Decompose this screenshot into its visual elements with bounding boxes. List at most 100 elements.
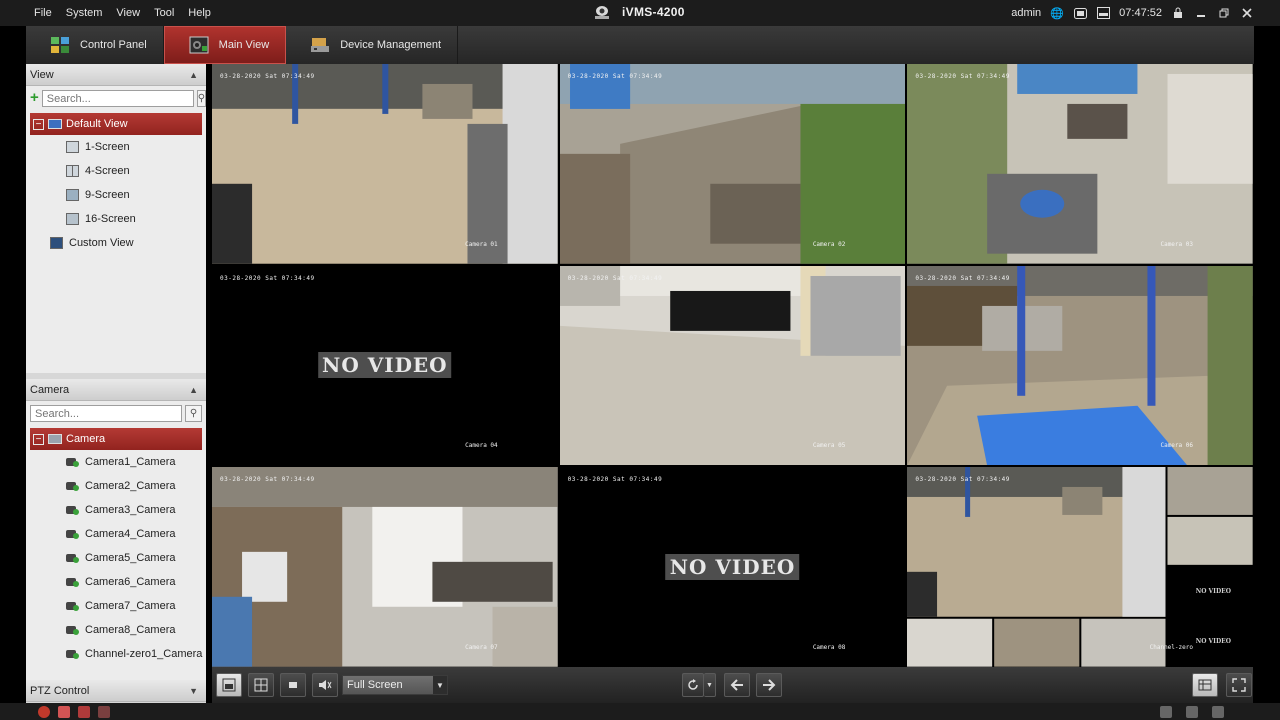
camera-online-icon bbox=[66, 456, 79, 468]
globe-icon[interactable]: 🌐 bbox=[1050, 6, 1064, 20]
sound-alarm-icon[interactable] bbox=[98, 705, 110, 718]
refresh-dropdown-button[interactable]: ▼ bbox=[704, 673, 716, 697]
view-item-16-screen[interactable]: 16-Screen bbox=[26, 207, 206, 231]
camera-group-icon bbox=[48, 434, 62, 444]
menu-help[interactable]: Help bbox=[188, 7, 211, 19]
app-title: iVMS-4200 bbox=[592, 3, 685, 21]
four-screen-icon bbox=[66, 165, 79, 177]
window-division-button[interactable] bbox=[248, 673, 274, 697]
record-icon[interactable] bbox=[78, 705, 90, 718]
camera-group-node[interactable]: − Camera bbox=[30, 428, 202, 450]
collapse-icon[interactable]: − bbox=[33, 118, 44, 130]
view-search-input[interactable] bbox=[41, 90, 194, 107]
collapse-icon[interactable]: − bbox=[33, 433, 44, 445]
audio-button[interactable] bbox=[312, 673, 338, 697]
dock-icon[interactable] bbox=[1186, 705, 1198, 718]
osd-camera-name: Camera 04 bbox=[465, 442, 498, 450]
system-tray: admin 🌐 07:47:52 bbox=[1011, 0, 1254, 26]
camera-section-header[interactable]: Camera ▲ bbox=[26, 379, 206, 401]
tab-label: Main View bbox=[218, 39, 270, 51]
layout-menu-button[interactable] bbox=[1192, 673, 1218, 697]
video-cell-2[interactable]: 03-28-2020 Sat 07:34:49 Camera 02 bbox=[559, 64, 906, 264]
minimize-icon[interactable] bbox=[1194, 6, 1208, 20]
view-item-4-screen[interactable]: 4-Screen bbox=[26, 159, 206, 183]
save-view-button[interactable] bbox=[216, 673, 242, 697]
camera-item-7[interactable]: Camera7_Camera bbox=[26, 594, 206, 618]
event-icon[interactable] bbox=[58, 705, 70, 718]
search-icon[interactable]: ⚲ bbox=[196, 90, 207, 107]
collapse-chevron-icon[interactable]: ▲ bbox=[189, 385, 198, 395]
window-division-icon bbox=[254, 678, 268, 692]
stop-all-button[interactable] bbox=[280, 673, 306, 697]
tab-device-management[interactable]: Device Management bbox=[286, 26, 459, 64]
camera-item-label: Camera6_Camera bbox=[85, 576, 176, 588]
camera-group-label: Camera bbox=[66, 433, 106, 445]
osd-camera-name: Channel-zero bbox=[1149, 644, 1193, 651]
menu-tool[interactable]: Tool bbox=[154, 7, 174, 19]
previous-page-button[interactable] bbox=[724, 673, 750, 697]
menu-system[interactable]: System bbox=[66, 7, 103, 19]
fullscreen-button[interactable] bbox=[1226, 673, 1252, 697]
view-item-1-screen[interactable]: 1-Screen bbox=[26, 135, 206, 159]
alarm-icon[interactable] bbox=[38, 705, 50, 718]
view-section-header[interactable]: View ▲ bbox=[26, 64, 206, 86]
screen-mode-select[interactable]: Full Screen ▼ bbox=[342, 675, 448, 695]
restore-icon[interactable] bbox=[1217, 6, 1231, 20]
video-cell-4[interactable]: 03-28-2020 Sat 07:34:49 NO VIDEO Camera … bbox=[212, 265, 558, 466]
camera-item-6[interactable]: Camera6_Camera bbox=[26, 570, 206, 594]
device-management-icon bbox=[311, 38, 330, 52]
live-view-toolbar: Full Screen ▼ ▼ bbox=[212, 667, 1253, 703]
view-section-body: + ⚲ − Default View 1-Screen 4-Screen 9-S… bbox=[26, 86, 207, 373]
camera-item-4[interactable]: Camera4_Camera bbox=[26, 522, 206, 546]
view-item-9-screen[interactable]: 9-Screen bbox=[26, 183, 206, 207]
camera-online-icon bbox=[66, 528, 79, 540]
camera-item-2[interactable]: Camera2_Camera bbox=[26, 474, 206, 498]
camera-item-1[interactable]: Camera1_Camera bbox=[26, 450, 206, 474]
osd-camera-name: Camera 05 bbox=[812, 442, 846, 450]
tab-label: Control Panel bbox=[80, 39, 147, 51]
ram-icon[interactable] bbox=[1096, 6, 1110, 20]
video-cell-5[interactable]: 03-28-2020 Sat 07:34:49 Camera 05 bbox=[559, 265, 906, 466]
refresh-button[interactable] bbox=[682, 673, 704, 697]
camera-item-3[interactable]: Camera3_Camera bbox=[26, 498, 206, 522]
camera-online-icon bbox=[66, 600, 79, 612]
current-user[interactable]: admin bbox=[1011, 7, 1041, 19]
expand-icon[interactable] bbox=[1212, 705, 1224, 718]
collapse-chevron-icon[interactable]: ▲ bbox=[189, 70, 198, 80]
add-view-icon[interactable]: + bbox=[30, 90, 39, 106]
camera-section-body: ⚲ − Camera Camera1_Camera Camera2_Camera… bbox=[26, 401, 206, 683]
video-grid: 03-28-2020 Sat 07:34:49 Camera 01 03-28-… bbox=[212, 64, 1253, 667]
tab-main-view[interactable]: Main View bbox=[163, 26, 287, 64]
next-page-button[interactable] bbox=[756, 673, 782, 697]
lock-icon[interactable] bbox=[1171, 6, 1185, 20]
video-cell-6[interactable]: 03-28-2020 Sat 07:34:49 Camera 06 bbox=[907, 265, 1253, 466]
camera-search-input[interactable] bbox=[30, 405, 182, 422]
video-cell-8[interactable]: 03-28-2020 Sat 07:34:49 NO VIDEO Camera … bbox=[559, 467, 906, 667]
video-cell-9[interactable]: NO VIDEO NO VIDEO 03-28-2020 Sat 07:34:4… bbox=[907, 467, 1253, 667]
pin-icon[interactable] bbox=[1160, 705, 1172, 718]
tab-control-panel[interactable]: Control Panel bbox=[26, 26, 164, 64]
save-view-icon bbox=[222, 678, 236, 692]
custom-view-node[interactable]: Custom View bbox=[26, 231, 206, 255]
video-cell-3[interactable]: 03-28-2020 Sat 07:34:49 Camera 03 bbox=[907, 64, 1253, 264]
camera-item-label: Camera5_Camera bbox=[85, 552, 176, 564]
video-feed bbox=[559, 265, 906, 466]
app-name: iVMS-4200 bbox=[622, 5, 685, 19]
expand-chevron-icon[interactable]: ▼ bbox=[189, 686, 198, 696]
menu-view[interactable]: View bbox=[116, 7, 140, 19]
ptz-section-header[interactable]: PTZ Control ▼ bbox=[26, 680, 206, 702]
close-icon[interactable] bbox=[1240, 6, 1254, 20]
video-cell-7[interactable]: 03-28-2020 Sat 07:34:49 Camera 07 bbox=[212, 467, 558, 667]
camera-item-5[interactable]: Camera5_Camera bbox=[26, 546, 206, 570]
menu-file[interactable]: File bbox=[34, 7, 52, 19]
camera-item-8[interactable]: Camera8_Camera bbox=[26, 618, 206, 642]
video-feed bbox=[907, 467, 1253, 667]
dropdown-arrow-icon[interactable]: ▼ bbox=[433, 676, 447, 694]
arrow-left-icon bbox=[730, 679, 743, 691]
camera-section-title: Camera bbox=[30, 383, 70, 396]
video-cell-1[interactable]: 03-28-2020 Sat 07:34:49 Camera 01 bbox=[212, 64, 558, 264]
camera-item-channel-zero[interactable]: Channel-zero1_Camera bbox=[26, 642, 206, 666]
default-view-node[interactable]: − Default View bbox=[30, 113, 202, 135]
search-icon[interactable]: ⚲ bbox=[185, 405, 202, 422]
keyboard-icon[interactable] bbox=[1073, 6, 1087, 20]
